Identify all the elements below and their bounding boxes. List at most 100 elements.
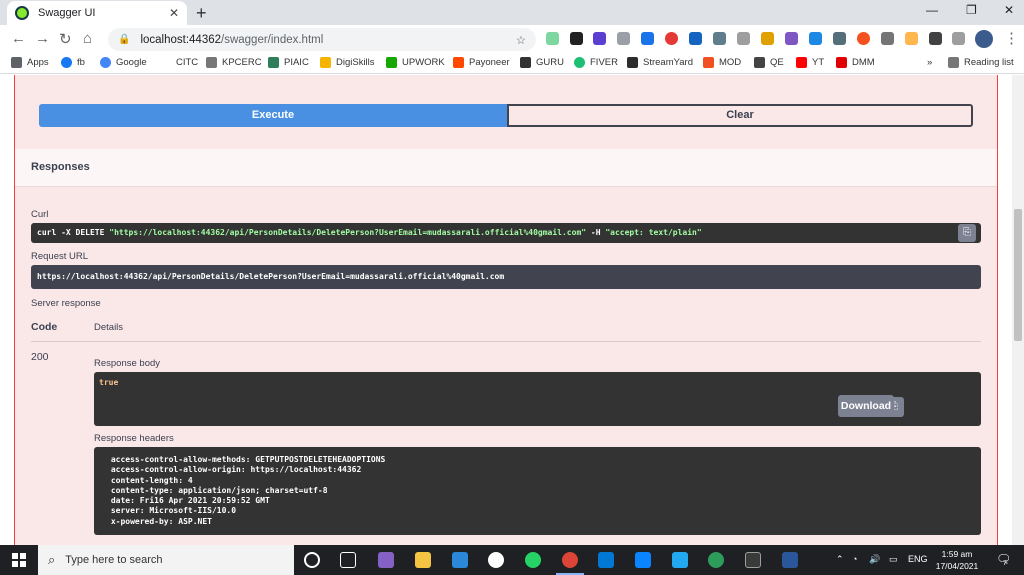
curl-flag: -H xyxy=(586,228,606,237)
responses-header: Responses xyxy=(15,149,997,187)
response-body-label: Response body xyxy=(94,358,161,369)
curl-command[interactable]: curl -X DELETE "https://localhost:44362/… xyxy=(31,223,981,243)
scrollbar-thumb[interactable] xyxy=(1014,209,1022,341)
extension-icon[interactable] xyxy=(641,32,654,45)
extension-icon[interactable] xyxy=(857,32,870,45)
home-icon[interactable]: ⌂ xyxy=(83,30,92,47)
bookmark-upwork[interactable]: UPWORK xyxy=(386,57,445,68)
bookmark-piaic[interactable]: PIAIC xyxy=(268,57,309,68)
bookmark-yt[interactable]: YT xyxy=(796,57,824,68)
forward-icon[interactable]: → xyxy=(35,30,50,47)
bookmark-streamyard[interactable]: StreamYard xyxy=(627,57,693,68)
extension-icon[interactable] xyxy=(689,32,702,45)
bookmark-guru[interactable]: GURU xyxy=(520,57,564,68)
whatsapp-icon[interactable] xyxy=(525,552,541,568)
bookmark-dmm[interactable]: DMM xyxy=(836,57,875,68)
reload-icon[interactable]: ↻ xyxy=(59,30,72,48)
facebook-icon xyxy=(61,57,72,68)
battery-icon[interactable]: ▭ xyxy=(889,554,898,565)
extension-icon[interactable] xyxy=(593,32,606,45)
extension-icon[interactable] xyxy=(713,32,726,45)
address-bar[interactable]: 🔒 localhost:44362 /swagger/index.html ☆ xyxy=(108,28,536,51)
volume-icon[interactable]: 🔊 xyxy=(869,554,880,565)
bookmark-payoneer[interactable]: Payoneer xyxy=(453,57,510,68)
bookmark-fb[interactable]: fb xyxy=(61,57,85,68)
download-button[interactable]: Download xyxy=(838,395,894,417)
language-indicator[interactable]: ENG xyxy=(908,554,928,564)
app-icon[interactable] xyxy=(745,552,761,568)
divider xyxy=(31,341,981,342)
extension-icon[interactable] xyxy=(761,32,774,45)
extension-icon[interactable] xyxy=(785,32,798,45)
restore-button[interactable]: ❐ xyxy=(966,3,977,17)
details-column-header: Details xyxy=(94,322,124,333)
lock-icon[interactable]: 🔒 xyxy=(118,34,130,45)
microsoft-icon xyxy=(703,57,714,68)
windows-start-icon[interactable] xyxy=(12,553,26,567)
file-explorer-icon[interactable] xyxy=(415,552,431,568)
extension-icon[interactable] xyxy=(570,32,583,45)
bookmark-google[interactable]: Google xyxy=(100,57,147,68)
piaic-icon xyxy=(268,57,279,68)
window-close-button[interactable]: ✕ xyxy=(1004,3,1014,17)
request-url[interactable]: https://localhost:44362/api/PersonDetail… xyxy=(31,265,981,289)
task-view-icon[interactable] xyxy=(340,552,356,568)
reading-list-button[interactable]: Reading list xyxy=(948,57,1014,68)
curl-url: "https://localhost:44362/api/PersonDetai… xyxy=(109,228,587,237)
visual-studio-icon[interactable] xyxy=(378,552,394,568)
more-bookmarks-button[interactable]: » xyxy=(927,57,932,68)
extension-icon[interactable] xyxy=(809,32,822,45)
bookmark-kpcerc[interactable]: KPCERC xyxy=(206,57,262,68)
camera-icon[interactable] xyxy=(737,32,750,45)
menu-icon[interactable]: ⋮ xyxy=(1004,29,1019,47)
execute-button[interactable]: Execute xyxy=(39,104,507,127)
extension-icon[interactable] xyxy=(881,32,894,45)
bookmark-citc[interactable]: CITC xyxy=(160,57,198,68)
clear-button[interactable]: Clear xyxy=(507,104,973,127)
qe-icon xyxy=(754,57,765,68)
puzzle-icon[interactable] xyxy=(929,32,942,45)
chrome-icon[interactable] xyxy=(562,552,578,568)
vscode-icon[interactable] xyxy=(672,552,688,568)
bookmarks-bar: Apps fb Google CITC KPCERC PIAIC DigiSki… xyxy=(0,53,1024,74)
swagger-favicon-icon xyxy=(15,6,29,20)
extension-icon[interactable] xyxy=(546,32,559,45)
copy-curl-icon[interactable]: ⎘ xyxy=(958,224,976,242)
chevron-up-icon[interactable]: ⌃ xyxy=(836,554,844,565)
response-headers[interactable]: access-control-allow-methods: GETPUTPOST… xyxy=(94,447,981,535)
store-icon[interactable] xyxy=(635,552,651,568)
curl-prefix: curl -X DELETE xyxy=(37,228,110,237)
cortana-icon[interactable] xyxy=(304,552,320,568)
profile-avatar[interactable] xyxy=(975,30,993,48)
extension-icon[interactable] xyxy=(905,32,918,45)
tab-swagger-ui[interactable]: Swagger UI ✕ xyxy=(7,1,187,25)
bookmark-qe[interactable]: QE xyxy=(754,57,784,68)
reading-list-icon xyxy=(948,57,959,68)
extension-icon[interactable] xyxy=(833,32,846,45)
system-clock[interactable]: 1:59 am 17/04/2021 xyxy=(932,548,982,572)
extension-icon[interactable] xyxy=(665,32,678,45)
reading-list-icon[interactable] xyxy=(952,32,965,45)
search-icon: ⌕ xyxy=(48,552,56,567)
bookmark-mod[interactable]: MOD xyxy=(703,57,741,68)
tab-close-icon[interactable]: ✕ xyxy=(169,6,179,20)
minimize-button[interactable]: — xyxy=(926,3,938,17)
taskbar-search[interactable]: ⌕ Type here to search xyxy=(38,545,294,575)
bookmark-apps[interactable]: Apps xyxy=(11,57,49,68)
curl-label: Curl xyxy=(31,209,49,220)
google-icon xyxy=(100,57,111,68)
wifi-icon[interactable]: ◔ xyxy=(852,554,857,564)
edge-icon[interactable] xyxy=(708,552,724,568)
extension-icon[interactable] xyxy=(617,32,630,45)
bookmark-star-icon[interactable]: ☆ xyxy=(516,33,526,47)
bookmark-digiskills[interactable]: DigiSkills xyxy=(320,57,375,68)
app-icon[interactable] xyxy=(488,552,504,568)
app-icon[interactable] xyxy=(452,552,468,568)
bookmark-fiver[interactable]: FIVER xyxy=(574,57,618,68)
url-host: localhost:44362 xyxy=(140,33,222,46)
page-scrollbar[interactable] xyxy=(1012,75,1024,545)
word-icon[interactable] xyxy=(782,552,798,568)
new-tab-button[interactable]: + xyxy=(196,3,207,24)
mail-icon[interactable] xyxy=(598,552,614,568)
back-icon[interactable]: ← xyxy=(11,30,26,47)
